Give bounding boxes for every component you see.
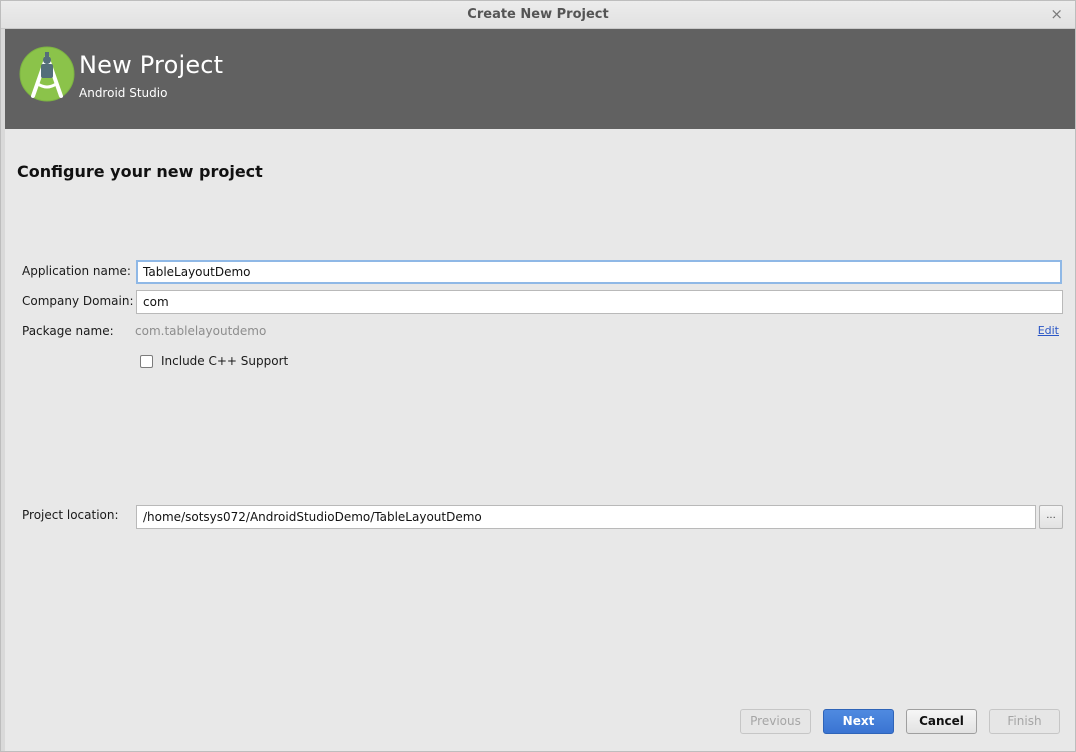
page-title: Configure your new project — [17, 162, 263, 181]
project-location-input[interactable]: /home/sotsys072/AndroidStudioDemo/TableL… — [136, 505, 1036, 529]
header-title: New Project — [79, 51, 224, 79]
previous-button[interactable]: Previous — [740, 709, 811, 734]
header-subtitle: Android Studio — [79, 86, 168, 100]
finish-button[interactable]: Finish — [989, 709, 1060, 734]
title-bar[interactable]: Create New Project × — [1, 1, 1075, 29]
app-name-label: Application name: — [22, 264, 131, 278]
next-button[interactable]: Next — [823, 709, 894, 734]
dialog-header: New Project Android Studio — [5, 29, 1075, 129]
package-name-value: com.tablelayoutdemo — [135, 324, 267, 338]
package-name-label: Package name: — [22, 324, 114, 338]
edit-package-link[interactable]: Edit — [1038, 324, 1059, 337]
cancel-button[interactable]: Cancel — [906, 709, 977, 734]
company-domain-input[interactable]: com — [136, 290, 1063, 314]
browse-button[interactable]: ... — [1039, 505, 1063, 529]
left-border — [1, 29, 5, 751]
cpp-support-checkbox[interactable] — [140, 355, 153, 368]
android-studio-logo-icon — [19, 46, 75, 102]
company-domain-label: Company Domain: — [22, 294, 134, 308]
app-name-input[interactable]: TableLayoutDemo — [136, 260, 1062, 284]
create-project-dialog: Create New Project × New Project Android… — [0, 0, 1076, 752]
window-title: Create New Project — [467, 7, 609, 22]
cpp-support-label[interactable]: Include C++ Support — [161, 354, 288, 368]
close-icon[interactable]: × — [1050, 5, 1063, 23]
project-location-label: Project location: — [22, 508, 119, 522]
